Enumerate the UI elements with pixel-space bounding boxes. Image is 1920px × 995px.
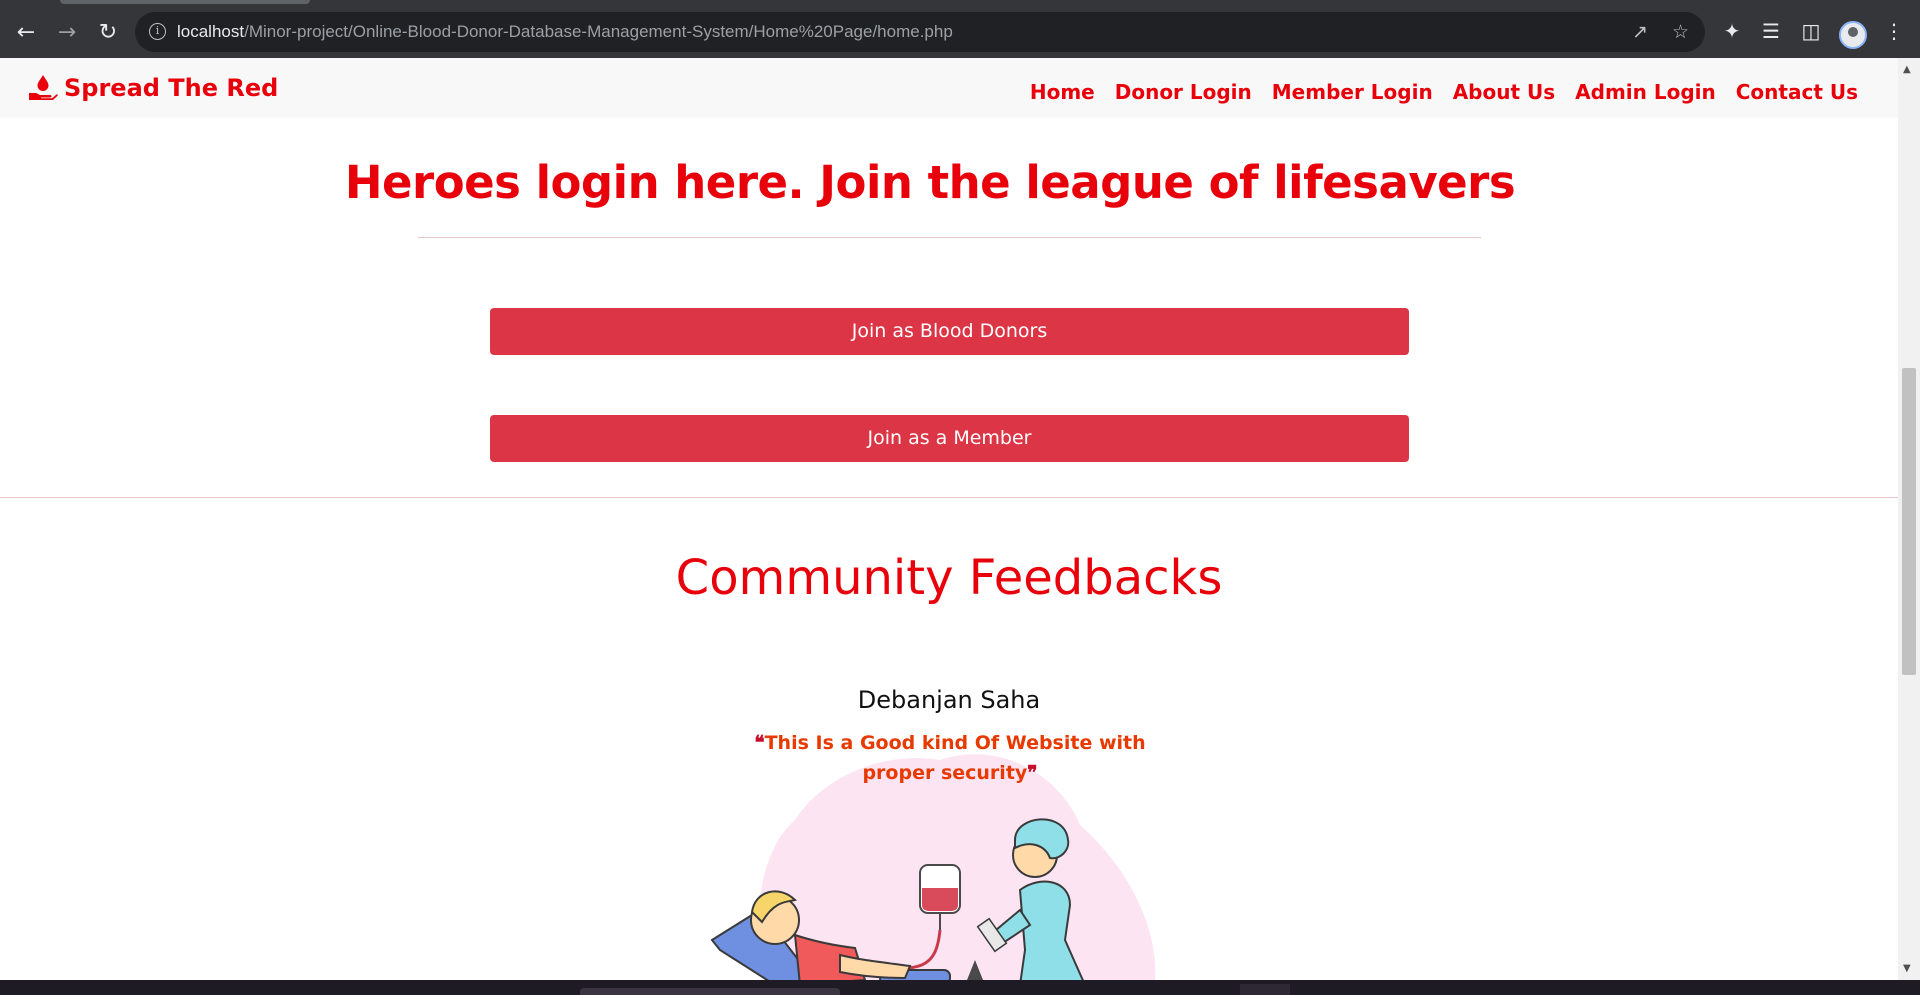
blood-drop-hand-icon bbox=[29, 75, 58, 100]
url-text[interactable]: localhost/Minor-project/Online-Blood-Don… bbox=[177, 22, 953, 42]
scroll-up-icon[interactable]: ▲ bbox=[1903, 64, 1911, 75]
nav-contact-us[interactable]: Contact Us bbox=[1736, 80, 1858, 104]
feedback-title: Community Feedbacks bbox=[675, 550, 1223, 606]
site-nav-links: Home Donor Login Member Login About Us A… bbox=[1030, 80, 1858, 104]
feedback-quote: ❝This Is a Good kind Of Website with pro… bbox=[720, 728, 1180, 788]
page-scrollbar[interactable]: ▲ ▼ bbox=[1898, 58, 1920, 980]
brand-logo[interactable]: Spread The Red bbox=[28, 74, 278, 102]
close-quote-icon: ❞ bbox=[1027, 762, 1038, 784]
nav-donor-login[interactable]: Donor Login bbox=[1115, 80, 1252, 104]
site-info-icon[interactable]: i bbox=[149, 23, 166, 40]
menu-dots-icon[interactable]: ⋮ bbox=[1880, 19, 1908, 43]
join-donor-button[interactable]: Join as Blood Donors bbox=[490, 308, 1409, 355]
extensions-icon[interactable]: ✦ bbox=[1718, 19, 1746, 43]
feedback-author: Debanjan Saha bbox=[857, 686, 1041, 714]
scrollbar-thumb[interactable] bbox=[1902, 368, 1916, 675]
back-arrow-icon[interactable]: ← bbox=[10, 17, 42, 49]
nav-member-login[interactable]: Member Login bbox=[1272, 80, 1433, 104]
join-member-button[interactable]: Join as a Member bbox=[490, 415, 1409, 462]
taskbar-button[interactable] bbox=[1240, 984, 1290, 995]
site-navbar: Spread The Red Home Donor Login Member L… bbox=[0, 58, 1898, 118]
profile-avatar[interactable] bbox=[1839, 21, 1867, 49]
media-icon[interactable]: ☰ bbox=[1757, 19, 1785, 43]
hero-divider bbox=[418, 237, 1481, 238]
nav-admin-login[interactable]: Admin Login bbox=[1575, 80, 1716, 104]
bookmark-star-icon[interactable]: ☆ bbox=[1672, 21, 1689, 43]
hero-title: Heroes login here. Join the league of li… bbox=[344, 156, 1516, 209]
nav-home[interactable]: Home bbox=[1030, 80, 1095, 104]
page-viewport: Spread The Red Home Donor Login Member L… bbox=[0, 58, 1898, 980]
brand-name[interactable]: Spread The Red bbox=[64, 74, 278, 102]
feedback-quote-text: This Is a Good kind Of Website with prop… bbox=[764, 732, 1146, 784]
os-taskbar bbox=[0, 980, 1920, 995]
active-tab[interactable] bbox=[60, 0, 310, 4]
nav-about-us[interactable]: About Us bbox=[1453, 80, 1555, 104]
taskbar-item[interactable] bbox=[580, 988, 840, 995]
open-quote-icon: ❝ bbox=[754, 732, 765, 754]
forward-arrow-icon[interactable]: → bbox=[51, 17, 83, 49]
address-bar[interactable]: i localhost/Minor-project/Online-Blood-D… bbox=[135, 12, 1705, 52]
side-panel-icon[interactable]: ◫ bbox=[1797, 19, 1825, 43]
reload-icon[interactable]: ↻ bbox=[92, 17, 124, 49]
scroll-down-icon[interactable]: ▼ bbox=[1903, 963, 1911, 974]
section-divider bbox=[0, 497, 1898, 498]
browser-toolbar: ← → ↻ i localhost/Minor-project/Online-B… bbox=[0, 6, 1920, 58]
share-icon[interactable]: ↗ bbox=[1632, 21, 1648, 43]
